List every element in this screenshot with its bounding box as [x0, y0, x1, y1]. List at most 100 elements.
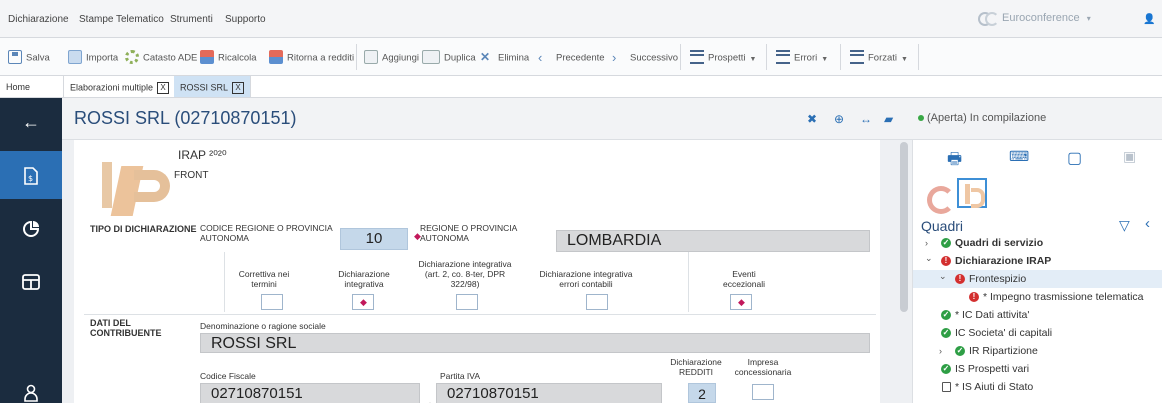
pie-chart-icon [23, 221, 40, 238]
menu-dichiarazione[interactable]: Dichiarazione [8, 14, 69, 25]
menu-telematico[interactable]: Telematico [116, 14, 164, 25]
integrativa-err-checkbox[interactable] [586, 294, 608, 310]
tree-item-dichiarazione-irap[interactable]: ⌄ Dichiarazione IRAP [913, 252, 1162, 270]
aggiungi-label: Aggiungi [382, 52, 419, 64]
menu-bar: Dichiarazione Stampe Telematico Strument… [0, 0, 1162, 38]
partita-iva-label: Partita IVA [440, 371, 480, 381]
chevron-down-icon[interactable]: ⌄ [925, 249, 933, 267]
precedente-button[interactable]: ‹ Precedente [538, 50, 605, 65]
close-icon[interactable]: X [157, 82, 170, 94]
folder-icon[interactable]: ▰ [884, 112, 893, 126]
denominazione-label: Denominazione o ragione sociale [200, 321, 326, 331]
status-ok-icon [955, 346, 965, 356]
section-divider [84, 314, 876, 315]
correttiva-label: Correttiva nei termini [238, 269, 290, 289]
forzati-dropdown[interactable]: Forzati ▼ [850, 50, 908, 65]
elimina-button[interactable]: ✕ Elimina [480, 50, 529, 65]
import-icon [68, 50, 82, 64]
euroconference-logo-icon [978, 12, 999, 27]
catasto-button[interactable]: Catasto ADE [125, 50, 198, 65]
menu-strumenti[interactable]: Strumenti [170, 14, 213, 25]
collapse-panel-icon[interactable]: ‹ [1145, 215, 1150, 232]
required-marker: ◆ [360, 297, 367, 307]
aggiungi-button[interactable]: Aggiungi [364, 50, 419, 65]
toolbar-separator [766, 44, 767, 70]
status-ok-icon [941, 238, 951, 248]
tree-item-ir-ripartizione[interactable]: › IR Ripartizione [913, 342, 1162, 360]
integrativa-art-checkbox[interactable] [456, 294, 478, 310]
status-error-icon [941, 256, 951, 266]
integrativa-err-label: Dichiarazione integrativa errori contabi… [539, 269, 633, 289]
table-icon [22, 274, 40, 291]
tree-item-is-prospetti[interactable]: IS Prospetti vari [913, 360, 1162, 378]
nav-table[interactable] [0, 257, 62, 305]
sc-logo-icon[interactable] [923, 178, 955, 214]
save-icon [8, 50, 22, 64]
status-ok-icon [941, 364, 951, 374]
form-subtitle: FRONT [174, 170, 209, 181]
tree-item-is-aiuti[interactable]: * IS Aiuti di Stato [913, 378, 1162, 396]
prospetti-dropdown[interactable]: Prospetti ▼ [690, 50, 756, 65]
ritorna-button[interactable]: Ritorna a redditi [269, 50, 355, 65]
gear-icon [125, 50, 139, 64]
forzati-label: Forzati [868, 52, 898, 64]
logo-p [134, 170, 170, 202]
record-header: ROSSI SRL (02710870151) ✖ ⊕ ↔ ▰ [62, 98, 912, 140]
user-menu-icon[interactable]: 👤 [1143, 14, 1155, 25]
correttiva-checkbox[interactable] [261, 294, 283, 310]
tab-bar: Home Elaborazioni multiple X ROSSI SRL X [0, 76, 1162, 98]
tree-item-label: IS Prospetti vari [955, 363, 1030, 375]
tree-item-frontespizio[interactable]: ⌄ Frontespizio [913, 270, 1162, 288]
nav-chart[interactable] [0, 204, 62, 252]
nav-user[interactable] [0, 368, 62, 403]
salva-button[interactable]: Salva [8, 50, 50, 65]
brand-selector[interactable]: Euroconference ▾ [978, 12, 1091, 27]
codice-fiscale-field[interactable]: 02710870151 [200, 383, 420, 403]
tree-item-quadri-servizio[interactable]: › Quadri di servizio [913, 234, 1162, 252]
print-icon[interactable]: 🖶 [947, 148, 962, 175]
eventi-label: Eventi eccezionali [722, 269, 766, 289]
menu-stampe[interactable]: Stampe [79, 14, 113, 25]
importa-button[interactable]: Importa [68, 50, 118, 65]
irap-logo-icon [94, 148, 184, 218]
ricalcola-button[interactable]: Ricalcola [200, 50, 257, 65]
codice-regione-field[interactable]: 10 [340, 228, 408, 250]
tree-item-ic-dati[interactable]: * IC Dati attivita' [913, 306, 1162, 324]
successivo-button[interactable]: › Successivo [612, 50, 678, 65]
tree-item-ic-societa[interactable]: IC Societa' di capitali [913, 324, 1162, 342]
tools-icon[interactable]: ✖ [807, 112, 817, 126]
caret-down-icon: ▼ [821, 55, 829, 63]
redditi-field[interactable]: 2 [688, 383, 716, 403]
nav-document[interactable]: $ [0, 151, 62, 199]
errori-dropdown[interactable]: Errori ▼ [776, 50, 829, 65]
duplica-button[interactable]: Duplica [422, 50, 476, 65]
tree-item-impegno[interactable]: * Impegno trasmissione telematica [913, 288, 1162, 306]
regione-field[interactable]: LOMBARDIA [556, 230, 870, 252]
note-icon[interactable]: ▢ [1067, 148, 1082, 168]
divider [688, 252, 689, 312]
ritorna-label: Ritorna a redditi [287, 52, 355, 64]
menu-supporto[interactable]: Supporto [225, 14, 266, 25]
document-icon [942, 382, 951, 392]
tree-item-label: * IC Dati attivita' [955, 309, 1030, 321]
tab-rossi-srl[interactable]: ROSSI SRL X [174, 76, 252, 97]
tab-home[interactable]: Home [0, 76, 64, 97]
irap-app-icon[interactable] [957, 178, 987, 208]
divider [224, 252, 225, 312]
tab-elaborazioni[interactable]: Elaborazioni multiple X [64, 76, 177, 97]
keyboard-icon[interactable]: ⌨ [1009, 148, 1029, 165]
impresa-checkbox[interactable] [752, 384, 774, 400]
chevron-right-icon[interactable]: › [939, 342, 942, 360]
close-icon[interactable]: X [232, 82, 245, 94]
catasto-label: Catasto ADE [143, 52, 198, 64]
zoom-in-icon[interactable]: ⊕ [834, 112, 844, 126]
partita-iva-field[interactable]: 02710870151 [436, 383, 662, 403]
back-button[interactable]: ← [0, 98, 62, 146]
denominazione-field[interactable]: ROSSI SRL [200, 333, 870, 353]
fit-width-icon[interactable]: ↔ [860, 112, 872, 126]
chevron-down-icon[interactable]: ⌄ [939, 267, 947, 285]
filter-icon[interactable]: ▽ [1119, 217, 1130, 234]
form-scrollbar[interactable] [900, 142, 908, 312]
prospetti-label: Prospetti [708, 52, 746, 64]
status-badge: (Aperta) In compilazione [912, 98, 1162, 140]
